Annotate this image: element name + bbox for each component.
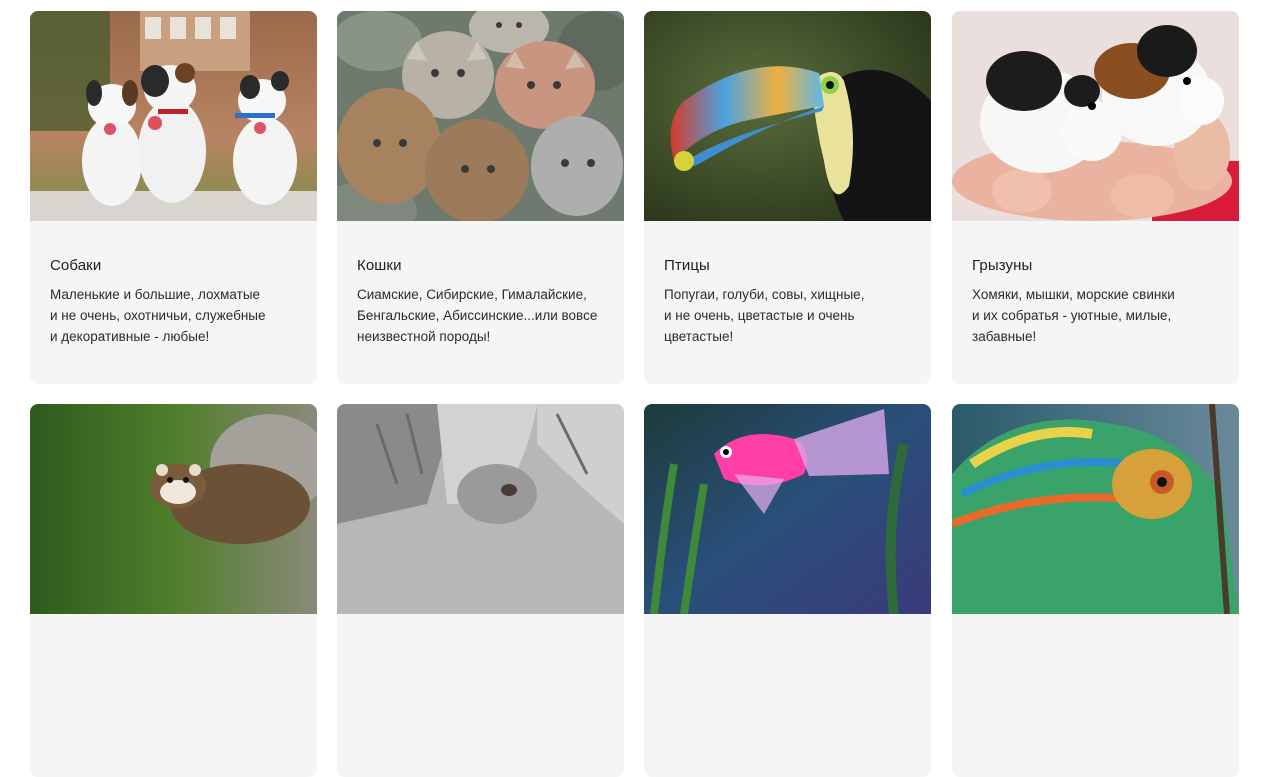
painted-cat-stones-photo xyxy=(337,11,624,221)
category-card-birds[interactable]: Птицы Попугаи, голуби, совы, хищные, и н… xyxy=(644,11,931,384)
category-title: Кошки xyxy=(357,257,402,274)
ferret-photo xyxy=(30,404,317,614)
aquarium-fish-photo xyxy=(644,404,931,614)
category-card-fish[interactable] xyxy=(644,404,931,777)
category-title: Птицы xyxy=(664,257,710,274)
pet-categories-grid: Собаки Маленькие и большие, лохматые и н… xyxy=(0,0,1270,777)
category-card-reptiles[interactable] xyxy=(952,404,1239,777)
category-description: Попугаи, голуби, совы, хищные, и не очен… xyxy=(664,287,865,344)
category-description: Сиамские, Сибирские, Гималайские, Бенгал… xyxy=(357,287,598,344)
toucan-photo xyxy=(644,11,931,221)
category-card-rodents[interactable]: Грызуны Хомяки, мышки, морские свинки и … xyxy=(952,11,1239,384)
category-title: Грызуны xyxy=(972,257,1033,274)
category-card-horses[interactable] xyxy=(337,404,624,777)
category-title: Собаки xyxy=(50,257,102,274)
category-card-cats[interactable]: Кошки Сиамские, Сибирские, Гималайские, … xyxy=(337,11,624,384)
category-card-dogs[interactable]: Собаки Маленькие и большие, лохматые и н… xyxy=(30,11,317,384)
horse-photo xyxy=(337,404,624,614)
puppies-photo xyxy=(30,11,317,221)
guinea-pigs-photo xyxy=(952,11,1239,221)
category-description: Маленькие и большие, лохматые и не очень… xyxy=(50,287,266,344)
chameleon-photo xyxy=(952,404,1239,614)
category-card-ferrets[interactable] xyxy=(30,404,317,777)
category-description: Хомяки, мышки, морские свинки и их собра… xyxy=(972,287,1175,344)
